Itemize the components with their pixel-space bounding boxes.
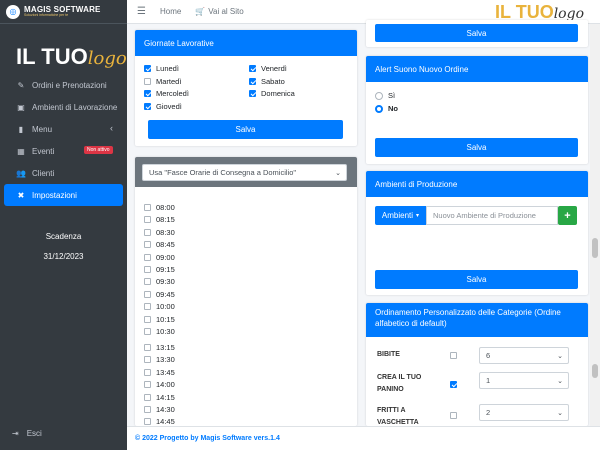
nav-home[interactable]: Home <box>160 7 181 16</box>
time-slot-checkbox[interactable]: 14:45 <box>144 417 175 426</box>
sidebar-menu: ✎ Ordini e Prenotazioni ▣ Ambienti di Lavo… <box>0 74 127 206</box>
card-title: Giornate Lavorative <box>135 30 357 56</box>
ordinamento-card: Ordinamento Personalizzato delle Categor… <box>366 303 588 426</box>
radio-yes[interactable]: Sì <box>375 91 395 100</box>
day-checkbox[interactable]: Martedì <box>144 77 181 86</box>
time-slot-checkbox[interactable]: 09:15 <box>144 265 175 274</box>
order-select[interactable]: 6 ⌄ <box>479 347 569 364</box>
logout-icon: ⇥ <box>12 429 19 438</box>
brand-tagline: Soluzioni informatiche per te <box>24 12 69 17</box>
book-icon: ▮ <box>18 124 24 134</box>
card-title: Ordinamento Personalizzato delle Categor… <box>366 303 588 337</box>
save-button[interactable]: Salva <box>375 270 578 289</box>
cart-icon: 🛒 <box>195 7 206 16</box>
sidebar: ◎ MAGIS SOFTWARE Soluzioni informatiche … <box>0 0 127 450</box>
time-slot-checkbox[interactable]: 13:30 <box>144 355 175 364</box>
sidebar-item-ordini[interactable]: ✎ Ordini e Prenotazioni <box>4 74 123 96</box>
time-slot-checkbox[interactable]: 14:15 <box>144 393 175 402</box>
giornate-card: Giornate Lavorative Lunedì Venerdì Marte… <box>135 30 357 146</box>
day-checkbox[interactable]: Domenica <box>249 89 295 98</box>
time-slot-checkbox[interactable]: 13:45 <box>144 368 175 377</box>
ambienti-dropdown[interactable]: Ambienti ▾ <box>375 206 426 225</box>
page-scrollbar[interactable] <box>590 24 600 426</box>
sidebar-logo: IL TUOlogo <box>16 44 127 69</box>
alert-card: Alert Suono Nuovo Ordine Sì No Salva <box>366 56 588 164</box>
order-select[interactable]: 2 ⌄ <box>479 404 569 421</box>
day-checkbox[interactable]: Sabato <box>249 77 285 86</box>
scrollbar-thumb[interactable] <box>592 238 598 258</box>
category-checkbox[interactable] <box>450 412 457 419</box>
time-slot-checkbox[interactable]: 08:45 <box>144 240 175 249</box>
time-slot-checkbox[interactable]: 10:00 <box>144 302 175 311</box>
hamburger-icon[interactable]: ☰ <box>137 6 146 17</box>
save-button[interactable]: Salva <box>375 138 578 157</box>
edit-icon: ✎ <box>17 80 25 90</box>
tools-icon: ✖ <box>17 190 25 200</box>
users-icon: 👥 <box>16 168 26 178</box>
logout-button[interactable]: ⇥ Esci <box>12 429 42 438</box>
card-title: Ambienti di Produzione <box>366 171 588 197</box>
sidebar-item-impostazioni[interactable]: ✖ Impostazioni <box>4 184 123 206</box>
image-icon: ▣ <box>17 102 25 112</box>
brand-logo-icon: ◎ <box>6 4 20 19</box>
top-card: Salva <box>366 20 588 47</box>
chevron-down-icon: ⌄ <box>557 377 563 385</box>
nuovo-ambiente-input[interactable]: Nuovo Ambiente di Produzione <box>426 206 558 225</box>
nav-site[interactable]: 🛒 Vai al Sito <box>195 7 243 16</box>
radio-no[interactable]: No <box>375 104 398 113</box>
chevron-down-icon: ⌄ <box>557 409 563 417</box>
time-slot-checkbox[interactable]: 08:00 <box>144 203 175 212</box>
scrollbar-thumb[interactable] <box>592 364 598 378</box>
sidebar-item-eventi[interactable]: ▦ Eventi Non attivo <box>4 140 123 162</box>
day-checkbox[interactable]: Lunedì <box>144 64 179 73</box>
time-slot-checkbox[interactable]: 09:45 <box>144 290 175 299</box>
day-checkbox[interactable]: Venerdì <box>249 64 287 73</box>
time-slot-checkbox[interactable]: 09:00 <box>144 253 175 262</box>
calendar-icon: ▦ <box>17 146 25 156</box>
time-slot-checkbox[interactable]: 08:30 <box>144 228 175 237</box>
footer-text: Progetto by Magis Software vers.1.4 <box>159 435 280 442</box>
time-slot-checkbox[interactable]: 10:15 <box>144 315 175 324</box>
card-title: Alert Suono Nuovo Ordine <box>366 56 588 82</box>
order-select[interactable]: 1 ⌄ <box>479 372 569 389</box>
category-checkbox[interactable] <box>450 381 457 388</box>
time-slot-checkbox[interactable]: 14:30 <box>144 405 175 414</box>
status-badge: Non attivo <box>84 146 113 154</box>
sidebar-item-ambienti[interactable]: ▣ Ambienti di Lavorazione <box>4 96 123 118</box>
day-checkbox[interactable]: Giovedì <box>144 102 182 111</box>
chevron-left-icon: ‹ <box>110 123 113 133</box>
fasce-select[interactable]: Usa "Fasce Orarie di Consegna a Domicili… <box>142 164 347 181</box>
time-slot-checkbox[interactable]: 13:15 <box>144 343 175 352</box>
time-slot-checkbox[interactable]: 10:30 <box>144 327 175 336</box>
category-checkbox[interactable] <box>450 352 457 359</box>
expiry-label: Scadenza <box>45 232 82 241</box>
time-slot-checkbox[interactable]: 09:30 <box>144 277 175 286</box>
save-button[interactable]: Salva <box>148 120 343 139</box>
time-slot-checkbox[interactable]: 08:15 <box>144 215 175 224</box>
expiry-date: 31/12/2023 <box>43 252 84 261</box>
time-slot-checkbox[interactable]: 14:00 <box>144 380 175 389</box>
caret-down-icon: ▾ <box>416 213 420 219</box>
footer: © 2022 Progetto by Magis Software vers.1… <box>127 426 600 450</box>
sidebar-item-clienti[interactable]: 👥 Clienti <box>4 162 123 184</box>
save-button[interactable]: Salva <box>375 24 578 42</box>
chevron-down-icon: ⌄ <box>335 169 341 177</box>
fasce-card: Usa "Fasce Orarie di Consegna a Domicili… <box>135 157 357 426</box>
day-checkbox[interactable]: Mercoledì <box>144 89 189 98</box>
produzione-card: Ambienti di Produzione Ambienti ▾ Nuovo A… <box>366 171 588 295</box>
chevron-down-icon: ⌄ <box>557 352 563 360</box>
sidebar-item-menu[interactable]: ▮ Menu ‹ <box>4 118 123 140</box>
brand[interactable]: ◎ MAGIS SOFTWARE Soluzioni informatiche … <box>0 0 127 24</box>
expiry-info: Scadenza 31/12/2023 <box>0 227 127 267</box>
add-button[interactable]: + <box>558 206 577 225</box>
